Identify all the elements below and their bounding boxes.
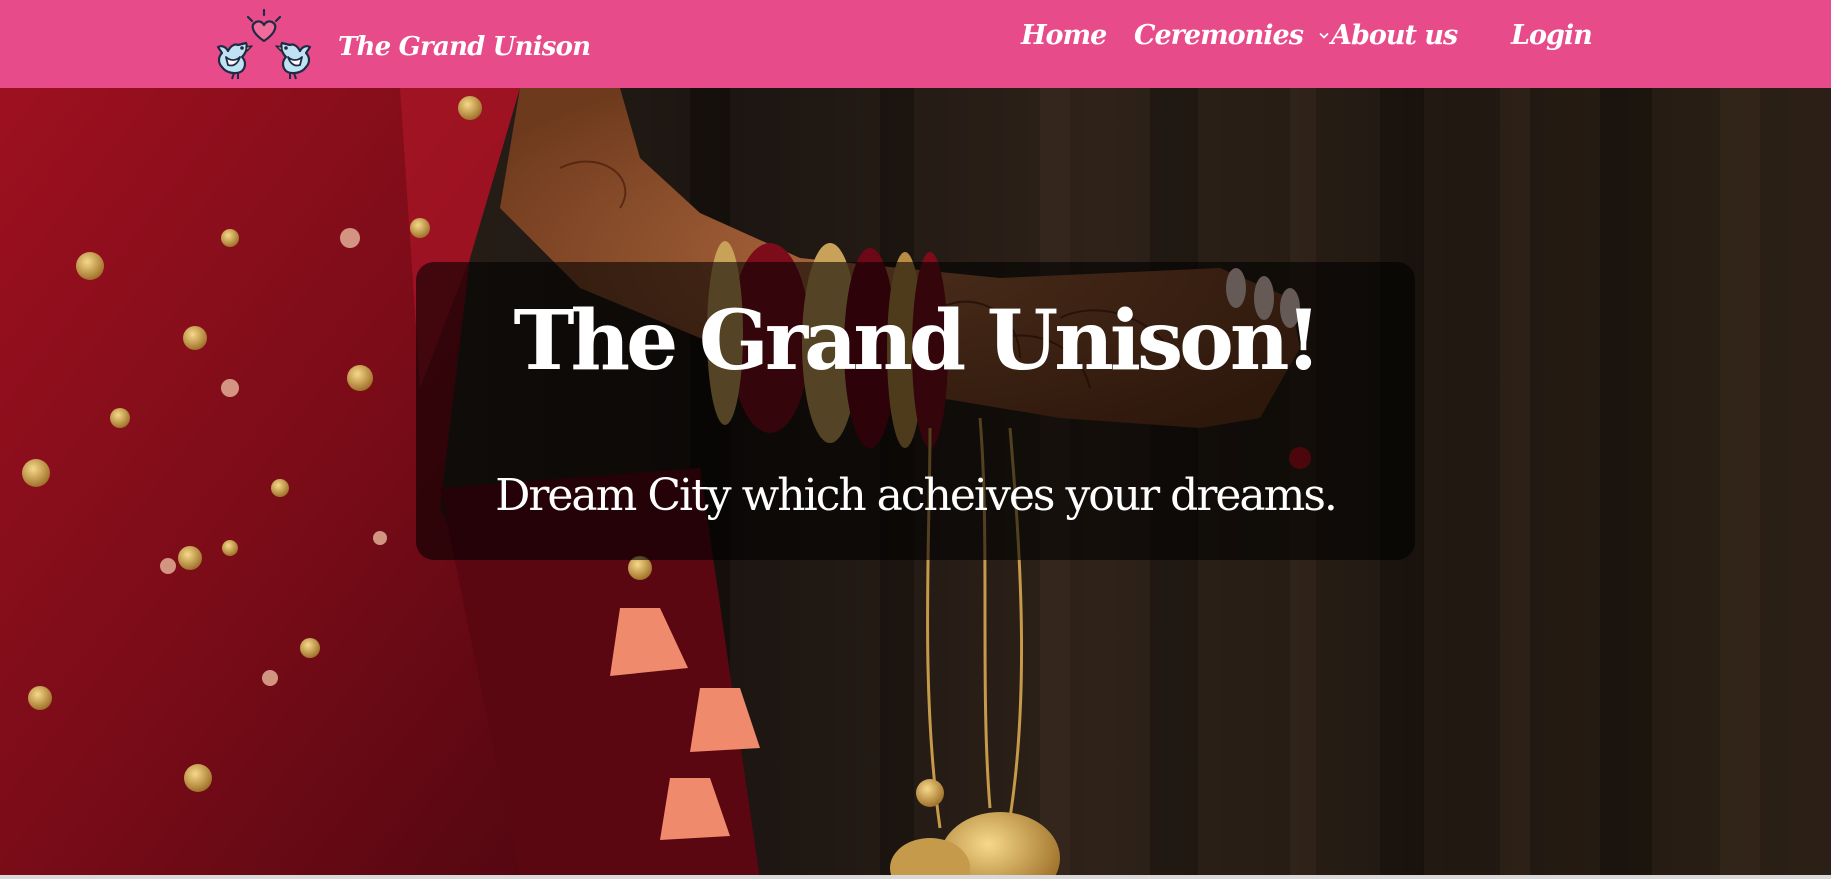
nav-login-link[interactable]: Login [1511, 20, 1593, 51]
chevron-down-icon [1319, 33, 1329, 39]
nav-about-label: About us [1331, 20, 1458, 51]
nav-about-link[interactable]: About us [1331, 20, 1458, 51]
hero-title: The Grand Unison! [513, 293, 1322, 389]
nav-home-link[interactable]: Home [1021, 20, 1107, 51]
main-nav: Home Ceremonies About us Login [0, 0, 1831, 88]
hero-text-card: The Grand Unison! Dream City which achei… [416, 262, 1415, 560]
hero-subtitle: Dream City which acheives your dreams. [495, 470, 1338, 521]
top-navbar: The Grand Unison Home Ceremonies About u… [0, 0, 1831, 88]
bottom-edge-strip [0, 875, 1831, 879]
nav-ceremonies-label: Ceremonies [1134, 20, 1304, 51]
nav-home-label: Home [1021, 20, 1107, 51]
hero-section: The Grand Unison! Dream City which achei… [0, 88, 1831, 879]
nav-login-label: Login [1511, 20, 1593, 51]
nav-ceremonies-dropdown[interactable]: Ceremonies [1134, 20, 1329, 51]
